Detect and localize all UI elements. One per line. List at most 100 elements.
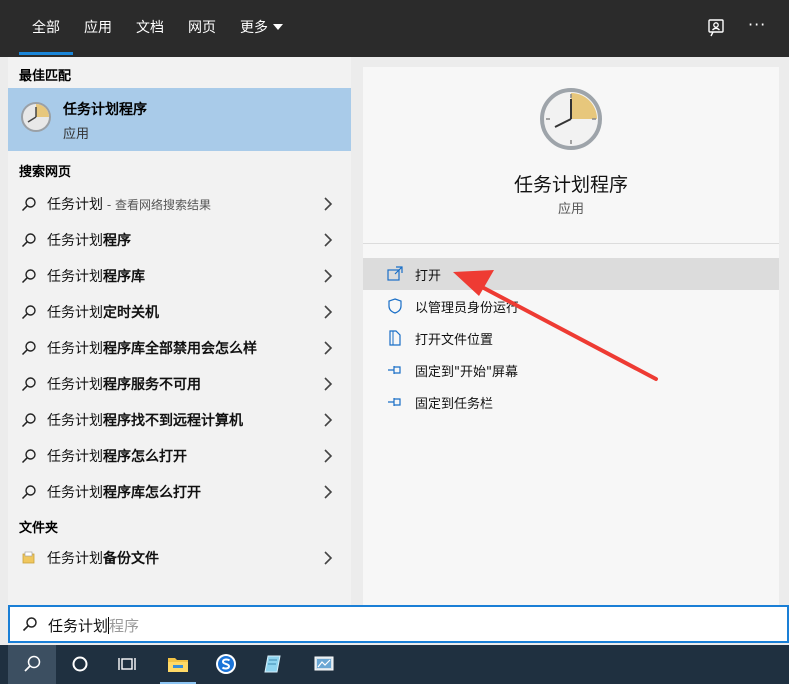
search-icon	[21, 377, 36, 392]
tab-documents[interactable]: 文档	[136, 0, 164, 57]
task-scheduler-large-icon	[540, 88, 602, 150]
task-scheduler-icon	[21, 102, 51, 132]
web-search-item[interactable]: 任务计划定时关机	[8, 294, 351, 330]
chevron-right-icon	[324, 305, 333, 319]
web-search-item-bold: 程序库全部禁用会怎么样	[103, 341, 257, 357]
tab-more[interactable]: 更多	[240, 0, 283, 57]
web-search-item[interactable]: 任务计划程序库全部禁用会怎么样	[8, 330, 351, 366]
chevron-right-icon	[324, 341, 333, 355]
tab-web-label: 网页	[188, 20, 216, 36]
search-typed-text: 任务计划	[48, 617, 109, 635]
web-search-item-prefix: 任务计划	[47, 197, 103, 213]
web-search-item[interactable]: 任务计划程序找不到远程计算机	[8, 402, 351, 438]
more-options-icon[interactable]: ···	[748, 15, 770, 37]
tab-all[interactable]: 全部	[19, 0, 73, 57]
divider	[363, 243, 779, 244]
web-search-item-prefix: 任务计划	[47, 413, 103, 429]
web-search-item-bold: 程序库怎么打开	[103, 485, 201, 501]
web-search-item-label: 任务计划定时关机	[47, 302, 159, 322]
best-match-type: 应用	[63, 127, 90, 142]
folder-item[interactable]: 任务计划备份文件	[8, 540, 351, 576]
shield-icon	[388, 298, 402, 314]
control-panel-icon	[314, 656, 334, 671]
results-list: 最佳匹配 任务计划程序 应用 搜索网页 任务计划 - 查看网络搜索结果 任务计划程…	[8, 57, 351, 605]
web-search-item-prefix: 任务计划	[47, 485, 103, 501]
tab-more-label: 更多	[240, 20, 268, 36]
taskbar-cortana-button[interactable]	[56, 645, 104, 684]
web-search-item-bold: 程序服务不可用	[103, 377, 201, 393]
tab-web[interactable]: 网页	[188, 0, 216, 57]
search-icon	[21, 305, 36, 320]
web-search-item[interactable]: 任务计划程序	[8, 222, 351, 258]
search-icon	[21, 269, 36, 284]
web-search-item-bold: 定时关机	[103, 305, 159, 321]
chevron-right-icon	[324, 197, 333, 211]
web-search-item-prefix: 任务计划	[47, 341, 103, 357]
taskbar-task-view-button[interactable]	[104, 645, 152, 684]
web-search-item[interactable]: 任务计划程序怎么打开	[8, 438, 351, 474]
web-search-item-bold: 程序库	[103, 269, 145, 285]
section-best-match: 最佳匹配	[19, 69, 72, 84]
file-explorer-icon	[168, 658, 188, 672]
notepad-icon	[264, 655, 281, 673]
folder-item-bold: 备份文件	[103, 551, 159, 567]
search-icon	[21, 341, 36, 356]
file-location-icon	[389, 330, 401, 346]
web-search-item-label: 任务计划 - 查看网络搜索结果	[47, 194, 211, 214]
web-search-item[interactable]: 任务计划程序库	[8, 258, 351, 294]
search-suggestion-text: 程序	[109, 617, 140, 635]
folder-item-label: 任务计划备份文件	[47, 548, 159, 568]
best-match-name: 任务计划程序	[63, 102, 147, 118]
taskbar-search-button[interactable]	[8, 645, 56, 684]
chevron-right-icon	[324, 485, 333, 499]
pin-icon	[388, 398, 401, 406]
web-search-item-hint: - 查看网络搜索结果	[103, 198, 211, 212]
taskbar-control-panel-button[interactable]	[300, 645, 348, 684]
web-search-item-bold: 程序	[103, 233, 131, 249]
sogou-browser-icon	[216, 654, 236, 674]
action-open-file-location[interactable]: 打开文件位置	[363, 322, 779, 354]
web-search-item-label: 任务计划程序库	[47, 266, 145, 286]
taskbar-file-explorer-button[interactable]	[154, 645, 202, 684]
action-open[interactable]: 打开	[363, 258, 779, 290]
search-icon	[21, 197, 36, 212]
taskbar-sogou-browser-button[interactable]	[202, 645, 250, 684]
folder-icon	[22, 551, 35, 564]
taskbar-notepad-button[interactable]	[250, 645, 298, 684]
search-icon	[21, 233, 36, 248]
chevron-right-icon	[324, 551, 333, 565]
web-search-item-label: 任务计划程序库怎么打开	[47, 482, 201, 502]
search-icon	[24, 655, 41, 672]
tab-apps[interactable]: 应用	[84, 0, 112, 57]
web-search-item-prefix: 任务计划	[47, 233, 103, 249]
taskbar	[0, 645, 789, 684]
best-match-item[interactable]: 任务计划程序 应用	[8, 88, 351, 151]
web-search-item-label: 任务计划程序服务不可用	[47, 374, 201, 394]
section-web-search: 搜索网页	[19, 165, 72, 180]
web-search-item-bold: 程序找不到远程计算机	[103, 413, 243, 429]
section-folders: 文件夹	[19, 521, 59, 536]
chevron-right-icon	[324, 377, 333, 391]
action-pin-to-start[interactable]: 固定到"开始"屏幕	[363, 354, 779, 386]
search-icon	[21, 413, 36, 428]
web-search-item[interactable]: 任务计划 - 查看网络搜索结果	[8, 186, 351, 222]
tab-all-label: 全部	[32, 20, 60, 36]
action-run-as-admin[interactable]: 以管理员身份运行	[363, 290, 779, 322]
detail-panel: 任务计划程序 应用 打开 以管理员身份运行 打开文件位置 固定到"开始"屏幕 固…	[363, 67, 779, 605]
web-search-item-prefix: 任务计划	[47, 377, 103, 393]
action-pin-to-taskbar-label: 固定到任务栏	[415, 397, 494, 412]
action-pin-to-taskbar[interactable]: 固定到任务栏	[363, 386, 779, 418]
web-search-item[interactable]: 任务计划程序服务不可用	[8, 366, 351, 402]
chevron-down-icon	[273, 24, 283, 30]
chevron-right-icon	[324, 413, 333, 427]
search-input[interactable]: 任务计划程序	[48, 615, 139, 636]
action-run-as-admin-label: 以管理员身份运行	[415, 301, 520, 316]
web-search-item[interactable]: 任务计划程序库怎么打开	[8, 474, 351, 510]
web-search-item-label: 任务计划程序	[47, 230, 131, 250]
web-search-item-prefix: 任务计划	[47, 305, 103, 321]
feedback-icon[interactable]	[706, 17, 728, 39]
tab-apps-label: 应用	[84, 20, 112, 36]
search-icon	[21, 485, 36, 500]
search-box[interactable]: 任务计划程序	[8, 605, 789, 643]
open-icon	[387, 266, 403, 281]
